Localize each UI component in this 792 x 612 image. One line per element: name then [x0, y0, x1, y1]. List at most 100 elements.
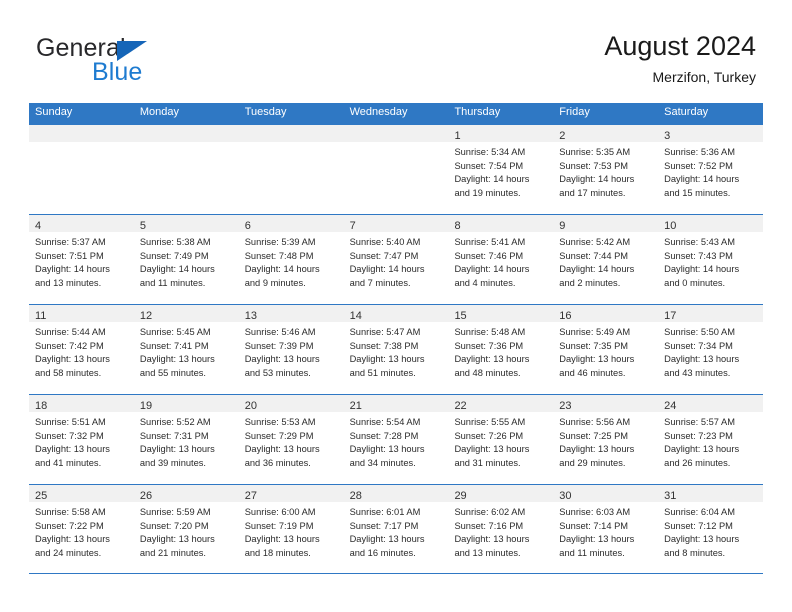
sunrise-time: Sunrise: 5:48 AM — [454, 327, 526, 337]
dow-header-thursday: Thursday — [454, 106, 501, 118]
sunrise-time: Sunrise: 5:45 AM — [139, 327, 211, 337]
calendar-day-cell[interactable]: 15 Sunrise: 5:48 AM Sunset: 7:36 PM Dayligh… — [448, 305, 554, 394]
calendar-day-cell[interactable]: 19 Sunrise: 5:52 AM Sunset: 7:31 PM Dayligh… — [133, 395, 239, 484]
day-number-band: 31 — [658, 485, 764, 502]
calendar-week-row: 25 Sunrise: 5:58 AM Sunset: 7:22 PM Dayligh… — [29, 484, 764, 574]
sunset-time: Sunset: 7:52 PM — [664, 160, 733, 171]
daylight-duration-line1: Daylight: 13 hours — [244, 444, 320, 455]
day-details: Sunrise: 5:46 AM Sunset: 7:39 PM Daylight:… — [239, 322, 344, 381]
calendar-day-cell[interactable]: 20 Sunrise: 5:53 AM Sunset: 7:29 PM Dayligh… — [238, 395, 344, 484]
sunset-time: Sunset: 7:36 PM — [454, 340, 524, 351]
day-number-band: 17 — [658, 305, 764, 322]
calendar-day-cell[interactable]: 31 Sunrise: 6:04 AM Sunset: 7:12 PM Dayligh… — [658, 485, 764, 573]
sunset-time: Sunset: 7:34 PM — [664, 340, 733, 351]
day-number: 30 — [559, 490, 572, 502]
calendar-day-cell-empty — [133, 125, 239, 214]
daylight-duration-line1: Daylight: 13 hours — [139, 444, 215, 455]
sunrise-time: Sunrise: 6:00 AM — [244, 507, 316, 517]
sunrise-time: Sunrise: 6:04 AM — [664, 507, 735, 517]
calendar-day-cell[interactable]: 23 Sunrise: 5:56 AM Sunset: 7:25 PM Dayligh… — [553, 395, 659, 484]
calendar-day-cell[interactable]: 2 Sunrise: 5:35 AM Sunset: 7:53 PM Daylight… — [553, 125, 659, 214]
day-number: 2 — [559, 130, 566, 142]
calendar-week-row: 1 Sunrise: 5:34 AM Sunset: 7:54 PM Daylight… — [29, 124, 764, 214]
day-number: 7 — [349, 220, 356, 232]
daylight-duration-line1: Daylight: 13 hours — [244, 354, 320, 365]
calendar-day-cell[interactable]: 26 Sunrise: 5:59 AM Sunset: 7:20 PM Dayligh… — [133, 485, 239, 573]
page-title: August 2024 — [604, 31, 756, 61]
daylight-duration-line2: and 15 minutes. — [664, 187, 731, 198]
logo-text-blue: Blue — [92, 58, 143, 86]
daylight-duration-line2: and 4 minutes. — [454, 277, 516, 288]
sunset-time: Sunset: 7:49 PM — [139, 250, 209, 261]
sunset-time: Sunset: 7:47 PM — [349, 250, 419, 261]
calendar-day-cell[interactable]: 27 Sunrise: 6:00 AM Sunset: 7:19 PM Dayligh… — [238, 485, 344, 573]
calendar-day-cell[interactable]: 28 Sunrise: 6:01 AM Sunset: 7:17 PM Dayligh… — [343, 485, 449, 573]
daylight-duration-line1: Daylight: 13 hours — [454, 444, 530, 455]
calendar-day-cell[interactable]: 7 Sunrise: 5:40 AM Sunset: 7:47 PM Daylight… — [343, 215, 449, 304]
calendar-day-cell[interactable]: 29 Sunrise: 6:02 AM Sunset: 7:16 PM Dayligh… — [448, 485, 554, 573]
day-details: Sunrise: 5:49 AM Sunset: 7:35 PM Daylight:… — [553, 322, 658, 381]
calendar-day-cell[interactable]: 10 Sunrise: 5:43 AM Sunset: 7:43 PM Dayligh… — [658, 215, 764, 304]
day-details: Sunrise: 6:04 AM Sunset: 7:12 PM Daylight:… — [658, 502, 763, 561]
day-number: 6 — [244, 220, 251, 232]
calendar-day-cell[interactable]: 14 Sunrise: 5:47 AM Sunset: 7:38 PM Dayligh… — [343, 305, 449, 394]
sunset-time: Sunset: 7:32 PM — [35, 430, 104, 441]
day-number-band: 5 — [133, 215, 239, 232]
sunset-time: Sunset: 7:20 PM — [139, 520, 209, 531]
calendar-day-cell[interactable]: 12 Sunrise: 5:45 AM Sunset: 7:41 PM Dayligh… — [133, 305, 239, 394]
daylight-duration-line1: Daylight: 13 hours — [559, 354, 635, 365]
calendar-day-cell[interactable]: 4 Sunrise: 5:37 AM Sunset: 7:51 PM Daylight… — [29, 215, 134, 304]
calendar-day-cell[interactable]: 3 Sunrise: 5:36 AM Sunset: 7:52 PM Daylight… — [658, 125, 764, 214]
calendar-day-cell[interactable]: 17 Sunrise: 5:50 AM Sunset: 7:34 PM Dayligh… — [658, 305, 764, 394]
daylight-duration-line2: and 11 minutes. — [139, 277, 206, 288]
calendar-day-cell[interactable]: 24 Sunrise: 5:57 AM Sunset: 7:23 PM Dayligh… — [658, 395, 764, 484]
day-number-band: 4 — [29, 215, 134, 232]
calendar-day-cell[interactable]: 21 Sunrise: 5:54 AM Sunset: 7:28 PM Dayligh… — [343, 395, 449, 484]
daylight-duration-line2: and 18 minutes. — [244, 547, 311, 558]
calendar-day-cell[interactable]: 16 Sunrise: 5:49 AM Sunset: 7:35 PM Dayligh… — [553, 305, 659, 394]
calendar-day-cell[interactable]: 6 Sunrise: 5:39 AM Sunset: 7:48 PM Daylight… — [238, 215, 344, 304]
day-number: 1 — [454, 130, 461, 142]
daylight-duration-line2: and 26 minutes. — [664, 457, 731, 468]
day-number: 22 — [454, 400, 467, 412]
calendar-day-cell[interactable]: 11 Sunrise: 5:44 AM Sunset: 7:42 PM Dayligh… — [29, 305, 134, 394]
daylight-duration-line1: Daylight: 14 hours — [139, 264, 215, 275]
day-details: Sunrise: 5:56 AM Sunset: 7:25 PM Daylight:… — [553, 412, 658, 471]
day-number-band — [133, 125, 239, 142]
daylight-duration-line1: Daylight: 13 hours — [664, 534, 740, 545]
calendar-day-cell[interactable]: 9 Sunrise: 5:42 AM Sunset: 7:44 PM Daylight… — [553, 215, 659, 304]
general-blue-logo[interactable]: General Blue — [36, 36, 256, 92]
daylight-duration-line1: Daylight: 14 hours — [664, 264, 740, 275]
day-number-band: 22 — [448, 395, 554, 412]
day-details: Sunrise: 5:42 AM Sunset: 7:44 PM Daylight:… — [553, 232, 658, 291]
day-number: 10 — [664, 220, 677, 232]
day-number: 26 — [139, 490, 153, 502]
sunrise-time: Sunrise: 5:55 AM — [454, 417, 526, 427]
calendar-day-cell[interactable]: 22 Sunrise: 5:55 AM Sunset: 7:26 PM Dayligh… — [448, 395, 554, 484]
day-number: 4 — [35, 220, 42, 232]
sunset-time: Sunset: 7:16 PM — [454, 520, 524, 531]
day-number: 25 — [35, 490, 48, 502]
daylight-duration-line1: Daylight: 13 hours — [454, 534, 530, 545]
calendar-day-cell[interactable]: 25 Sunrise: 5:58 AM Sunset: 7:22 PM Dayligh… — [29, 485, 134, 573]
sunset-time: Sunset: 7:14 PM — [559, 520, 629, 531]
page-header: General Blue August 2024 Merzifon, Turke… — [0, 0, 792, 100]
sunrise-time: Sunrise: 5:52 AM — [139, 417, 211, 427]
calendar-day-cell[interactable]: 18 Sunrise: 5:51 AM Sunset: 7:32 PM Dayligh… — [29, 395, 134, 484]
daylight-duration-line1: Daylight: 13 hours — [349, 444, 425, 455]
day-number-band: 29 — [448, 485, 554, 502]
daylight-duration-line1: Daylight: 13 hours — [139, 534, 215, 545]
calendar-day-cell[interactable]: 30 Sunrise: 6:03 AM Sunset: 7:14 PM Dayligh… — [553, 485, 659, 573]
calendar-day-cell[interactable]: 13 Sunrise: 5:46 AM Sunset: 7:39 PM Dayligh… — [238, 305, 344, 394]
calendar-day-cell[interactable]: 1 Sunrise: 5:34 AM Sunset: 7:54 PM Daylight… — [448, 125, 554, 214]
calendar-weeks: 1 Sunrise: 5:34 AM Sunset: 7:54 PM Daylight… — [29, 124, 764, 574]
day-number-band: 13 — [238, 305, 344, 322]
day-number: 9 — [559, 220, 566, 232]
day-number: 20 — [244, 400, 257, 412]
daylight-duration-line2: and 34 minutes. — [349, 457, 416, 468]
day-details: Sunrise: 5:58 AM Sunset: 7:22 PM Daylight:… — [29, 502, 134, 561]
calendar-day-cell[interactable]: 5 Sunrise: 5:38 AM Sunset: 7:49 PM Daylight… — [133, 215, 239, 304]
sunrise-time: Sunrise: 5:51 AM — [35, 417, 106, 427]
calendar-day-cell[interactable]: 8 Sunrise: 5:41 AM Sunset: 7:46 PM Daylight… — [448, 215, 554, 304]
day-details: Sunrise: 5:35 AM Sunset: 7:53 PM Daylight:… — [553, 142, 658, 201]
